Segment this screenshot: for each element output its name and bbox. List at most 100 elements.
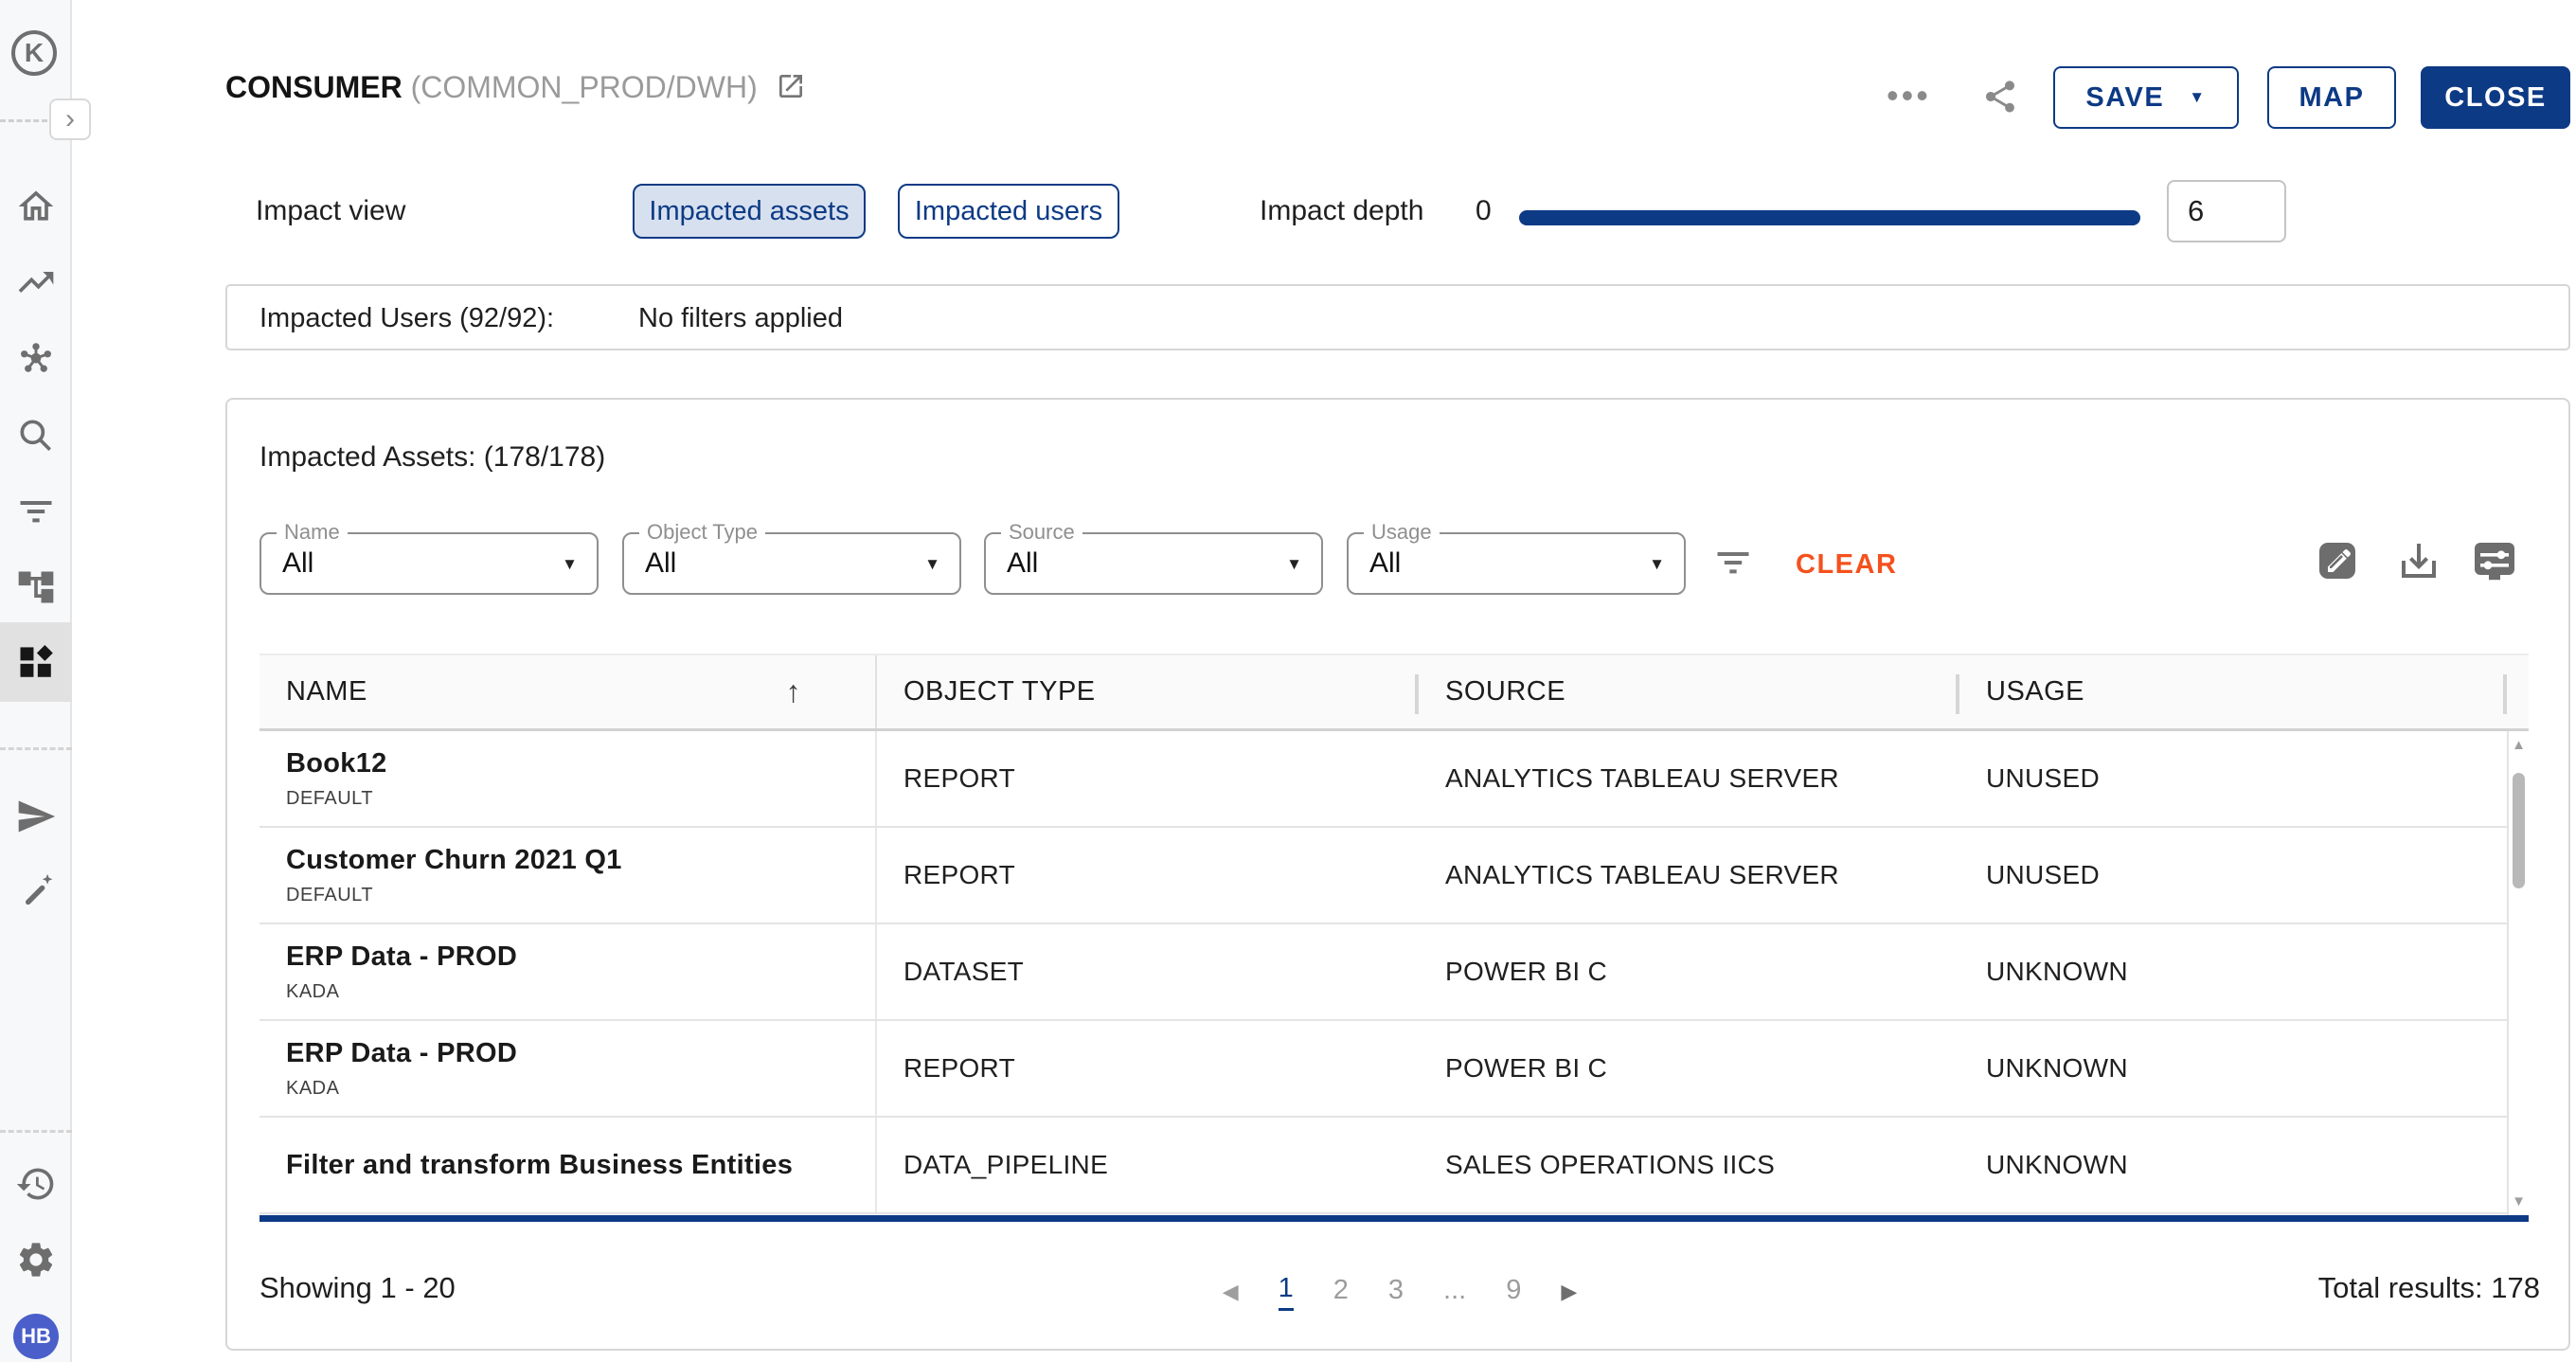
impacted-assets-table: NAME ↑ OBJECT TYPE SOURCE USAGE <box>259 654 2529 1222</box>
search-icon[interactable] <box>15 415 57 457</box>
user-avatar[interactable]: HB <box>13 1314 59 1359</box>
table-row[interactable]: ERP Data - PROD KADA DATASET POWER BI C … <box>259 924 2529 1021</box>
cell-usage: UNKNOWN <box>1959 1118 2507 1212</box>
table-row[interactable]: Filter and transform Business Entities D… <box>259 1118 2529 1214</box>
scrollbar-thumb[interactable] <box>2513 773 2525 888</box>
home-icon[interactable] <box>15 186 57 227</box>
history-icon[interactable] <box>15 1163 57 1205</box>
asset-name[interactable]: ERP Data - PROD <box>286 1038 517 1069</box>
table-body: Book12 DEFAULT REPORT ANALYTICS TABLEAU … <box>259 731 2529 1214</box>
table-header-row: NAME ↑ OBJECT TYPE SOURCE USAGE <box>259 654 2529 731</box>
cell-object-type: REPORT <box>877 828 1419 923</box>
pagination-page-3[interactable]: 3 <box>1388 1275 1404 1310</box>
impact-depth-input[interactable] <box>2167 180 2286 242</box>
cell-usage: UNUSED <box>1959 731 2507 826</box>
save-dropdown-caret-icon[interactable]: ▼ <box>2189 88 2206 107</box>
save-button[interactable]: SAVE ▼ <box>2053 66 2239 129</box>
column-settings-icon[interactable] <box>2472 538 2517 583</box>
pagination-page-9[interactable]: 9 <box>1506 1275 1521 1310</box>
impacted-users-filters-status: No filters applied <box>638 303 843 334</box>
cell-source: POWER BI C <box>1419 1021 1959 1116</box>
pagination-page-2[interactable]: 2 <box>1333 1275 1349 1310</box>
chevron-down-icon: ▼ <box>1649 555 1665 574</box>
filter-icon[interactable] <box>15 491 57 532</box>
clear-filters-button[interactable]: CLEAR <box>1796 549 1897 581</box>
source-filter-label: Source <box>1001 520 1082 545</box>
chevron-down-icon: ▼ <box>562 555 578 574</box>
scroll-down-icon[interactable]: ▼ <box>2509 1193 2529 1210</box>
settings-gear-icon[interactable] <box>15 1239 57 1281</box>
send-icon[interactable] <box>15 796 57 837</box>
column-header-source[interactable]: SOURCE <box>1419 655 1959 728</box>
impacted-assets-title: Impacted Assets: (178/178) <box>259 441 605 474</box>
asset-name[interactable]: Filter and transform Business Entities <box>286 1150 793 1181</box>
page-title: CONSUMER (COMMON_PROD/DWH) <box>225 70 806 109</box>
lineage-tree-icon[interactable] <box>15 566 57 608</box>
sidebar-divider <box>0 747 72 750</box>
sidebar-divider <box>0 119 47 122</box>
cell-source: ANALYTICS TABLEAU SERVER <box>1419 828 1959 923</box>
cell-usage: UNKNOWN <box>1959 924 2507 1019</box>
save-button-label: SAVE <box>2085 82 2164 114</box>
toggle-impacted-users[interactable]: Impacted users <box>898 184 1119 239</box>
pagination-prev-icon[interactable]: ◀ <box>1223 1280 1239 1304</box>
usage-filter-select[interactable]: Usage All ▼ <box>1347 532 1686 595</box>
pagination-next-icon[interactable]: ▶ <box>1561 1280 1577 1304</box>
toggle-impacted-assets[interactable]: Impacted assets <box>633 184 866 239</box>
usage-filter-label: Usage <box>1364 520 1440 545</box>
asset-sublabel: DEFAULT <box>286 788 373 810</box>
asset-name[interactable]: Book12 <box>286 748 387 780</box>
column-header-name[interactable]: NAME ↑ <box>259 655 877 728</box>
more-options-icon[interactable]: ••• <box>1887 76 1931 116</box>
download-icon[interactable] <box>2396 538 2442 583</box>
asset-sublabel: KADA <box>286 981 339 1003</box>
pagination-page-1[interactable]: 1 <box>1279 1273 1294 1311</box>
impact-depth-min: 0 <box>1476 195 1492 227</box>
column-header-usage[interactable]: USAGE <box>1959 655 2507 728</box>
sidebar: K <box>0 0 72 1362</box>
source-filter-select[interactable]: Source All ▼ <box>984 532 1323 595</box>
object-type-filter-select[interactable]: Object Type All ▼ <box>622 532 961 595</box>
impact-depth-label: Impact depth <box>1260 195 1423 227</box>
map-button[interactable]: MAP <box>2267 66 2396 129</box>
source-filter-value: All <box>1007 547 1038 580</box>
table-vertical-scrollbar[interactable]: ▲ ▼ <box>2507 731 2529 1215</box>
name-filter-select[interactable]: Name All ▼ <box>259 532 599 595</box>
table-row[interactable]: ERP Data - PROD KADA REPORT POWER BI C U… <box>259 1021 2529 1118</box>
map-button-label: MAP <box>2299 82 2365 114</box>
object-type-filter-label: Object Type <box>639 520 765 545</box>
name-filter-label: Name <box>277 520 348 545</box>
column-header-object-type[interactable]: OBJECT TYPE <box>877 655 1419 728</box>
dashboard-widgets-icon[interactable] <box>15 641 57 683</box>
entity-path: (COMMON_PROD/DWH) <box>411 70 758 104</box>
asset-name[interactable]: ERP Data - PROD <box>286 941 517 973</box>
share-icon[interactable] <box>1981 78 2019 116</box>
asset-sublabel: DEFAULT <box>286 885 373 906</box>
column-resize-handle[interactable] <box>2503 674 2507 714</box>
sort-ascending-icon[interactable]: ↑ <box>786 674 802 709</box>
asset-name[interactable]: Customer Churn 2021 Q1 <box>286 845 622 876</box>
cell-source: POWER BI C <box>1419 924 1959 1019</box>
table-row[interactable]: Book12 DEFAULT REPORT ANALYTICS TABLEAU … <box>259 731 2529 828</box>
close-button[interactable]: CLOSE <box>2421 66 2570 129</box>
name-filter-value: All <box>282 547 313 580</box>
trending-up-icon[interactable] <box>15 261 57 303</box>
hub-network-icon[interactable] <box>15 339 57 381</box>
open-in-new-icon[interactable] <box>776 71 806 109</box>
table-row[interactable]: Customer Churn 2021 Q1 DEFAULT REPORT AN… <box>259 828 2529 924</box>
filter-list-icon[interactable] <box>1712 542 1754 583</box>
app-screen: K <box>0 0 2576 1362</box>
column-header-name-label: NAME <box>286 676 367 708</box>
cell-name: Filter and transform Business Entities <box>259 1118 877 1212</box>
chevron-down-icon: ▼ <box>924 555 940 574</box>
column-header-usage-label: USAGE <box>1986 676 2084 708</box>
impact-depth-slider[interactable] <box>1519 210 2140 225</box>
bulk-edit-icon[interactable] <box>2315 538 2360 583</box>
app-logo[interactable]: K <box>11 30 57 76</box>
cell-name: ERP Data - PROD KADA <box>259 1021 877 1116</box>
impacted-users-count: Impacted Users (92/92): <box>259 303 554 334</box>
sidebar-expand-button[interactable]: › <box>49 99 91 140</box>
scroll-up-icon[interactable]: ▲ <box>2509 737 2529 753</box>
column-header-source-label: SOURCE <box>1445 676 1565 708</box>
magic-wand-icon[interactable] <box>15 871 57 913</box>
